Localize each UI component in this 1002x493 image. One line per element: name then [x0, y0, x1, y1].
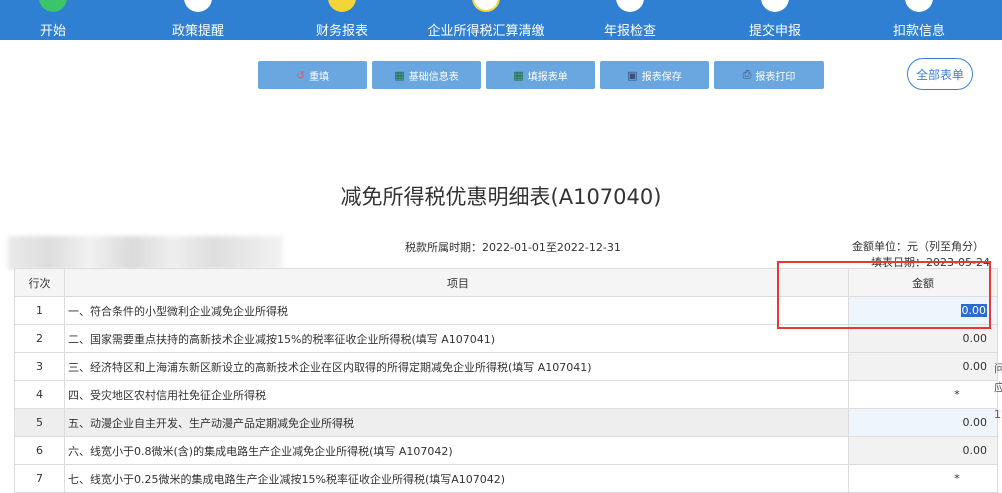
report-title: 减免所得税优惠明细表(A107040): [340, 185, 662, 209]
step-active-icon: [328, 0, 356, 12]
amount-readonly: 0.00: [848, 352, 998, 381]
row-number: 4: [14, 380, 65, 409]
basic-info-button[interactable]: ▦ 基础信息表: [372, 61, 481, 89]
step-icon: [184, 0, 212, 12]
print-button[interactable]: ⎙ 报表打印: [714, 61, 824, 89]
nav-step-annual-check[interactable]: 年报检查: [570, 0, 690, 40]
table-icon: ▦: [394, 68, 405, 82]
table-row: 5 五、动漫企业自主开发、生产动漫产品定期减免企业所得税 0.00: [14, 408, 998, 437]
nav-step-submit[interactable]: 提交申报: [715, 0, 835, 40]
amount-not-applicable: *: [848, 380, 998, 409]
amount-not-applicable: *: [848, 464, 998, 493]
table-row: 7 七、线宽小于0.25微米的集成电路生产企业减按15%税率征收企业所得税(填写…: [14, 464, 998, 493]
row-item: 三、经济特区和上海浦东新区新设立的高新技术企业在区内取得的所得定期减免企业所得税…: [64, 352, 849, 381]
all-forms-button[interactable]: 全部表单: [907, 58, 973, 90]
side-panel-fragment: 12: [994, 408, 1002, 421]
refill-button[interactable]: ↺ 重填: [258, 61, 367, 89]
side-panel-fragment: 应: [994, 381, 1002, 394]
row-number: 6: [14, 436, 65, 465]
highlight-box: [777, 261, 991, 329]
amount-unit: 金额单位：元（列至角分）: [852, 240, 984, 253]
row-number: 1: [14, 296, 65, 325]
progress-nav: 开始 政策提醒 财务报表 企业所得税汇算清缴 年报检查 提交申报 扣款信息: [0, 0, 1002, 40]
table-row: 4 四、受灾地区农村信用社免征企业所得税 *: [14, 380, 998, 409]
amount-readonly: 0.00: [848, 436, 998, 465]
header-item: 项目: [64, 268, 849, 297]
step-done-icon: [39, 0, 67, 12]
amount-input[interactable]: 0.00: [848, 408, 998, 437]
floppy-disk-icon: ▣: [627, 68, 638, 82]
step-icon: [616, 0, 644, 12]
row-item: 七、线宽小于0.25微米的集成电路生产企业减按15%税率征收企业所得税(填写A1…: [64, 464, 849, 493]
table-row: 6 六、线宽小于0.8微米(含)的集成电路生产企业减免企业所得税(填写 A107…: [14, 436, 998, 465]
step-current-icon: [472, 0, 500, 12]
row-number: 7: [14, 464, 65, 493]
printer-icon: ⎙: [742, 68, 752, 81]
nav-step-financial[interactable]: 财务报表: [282, 0, 402, 40]
side-panel-fragment: 问: [994, 362, 1002, 375]
nav-step-start[interactable]: 开始: [0, 0, 113, 40]
tax-period: 税款所属时期：2022-01-01至2022-12-31: [405, 241, 621, 254]
header-row-number: 行次: [14, 268, 65, 297]
nav-step-annual-settlement[interactable]: 企业所得税汇算清缴: [426, 0, 546, 40]
save-button[interactable]: ▣ 报表保存: [600, 61, 709, 89]
row-item: 四、受灾地区农村信用社免征企业所得税: [64, 380, 849, 409]
row-number: 3: [14, 352, 65, 381]
row-number: 2: [14, 324, 65, 353]
step-icon: [905, 0, 933, 12]
table-row: 3 三、经济特区和上海浦东新区新设立的高新技术企业在区内取得的所得定期减免企业所…: [14, 352, 998, 381]
row-item: 二、国家需要重点扶持的高新技术企业减按15%的税率征收企业所得税(填写 A107…: [64, 324, 849, 353]
row-item: 六、线宽小于0.8微米(含)的集成电路生产企业减免企业所得税(填写 A10704…: [64, 436, 849, 465]
table-icon: ▦: [513, 68, 524, 82]
fill-form-button[interactable]: ▦ 填报表单: [486, 61, 595, 89]
row-item: 五、动漫企业自主开发、生产动漫产品定期减免企业所得税: [64, 408, 849, 437]
nav-step-policy[interactable]: 政策提醒: [138, 0, 258, 40]
refresh-icon: ↺: [295, 68, 306, 82]
nav-step-deduction[interactable]: 扣款信息: [859, 0, 979, 40]
row-item: 一、符合条件的小型微利企业减免企业所得税: [64, 296, 849, 325]
step-icon: [761, 0, 789, 12]
redacted-taxpayer-info: [8, 236, 283, 270]
row-number: 5: [14, 408, 65, 437]
